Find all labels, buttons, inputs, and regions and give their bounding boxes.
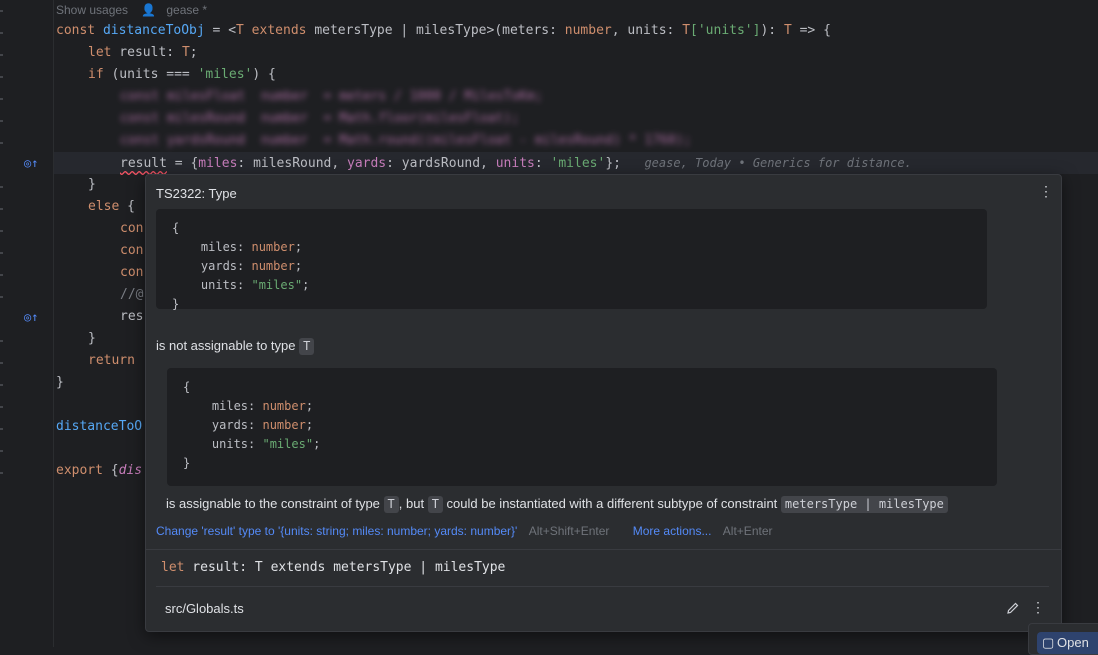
editor-gutter: ◎↑ ◎↑ xyxy=(0,0,54,647)
code-line-error: result = {miles: milesRound, yards: yard… xyxy=(120,156,912,171)
code-line: const distanceToObj = <T extends metersT… xyxy=(56,23,831,38)
divider xyxy=(156,586,1049,587)
gutter-mark xyxy=(0,208,3,210)
gutter-mark xyxy=(0,296,3,298)
change-type-action[interactable]: Change 'result' type to '{units: string;… xyxy=(156,524,517,538)
shortcut-label: Alt+Enter xyxy=(722,524,773,538)
code-line-blurred: const milesFloat number = meters / 1000 … xyxy=(120,89,543,104)
code-line: con xyxy=(120,265,144,280)
code-line: if (units === 'miles') { xyxy=(88,67,276,82)
more-options-icon[interactable]: ⋮ xyxy=(1039,183,1053,200)
code-line: //@ xyxy=(120,287,144,302)
gutter-mark xyxy=(0,120,3,122)
error-token[interactable]: result xyxy=(120,156,167,171)
gutter-mark xyxy=(0,472,3,474)
file-path-link[interactable]: src/Globals.ts xyxy=(165,601,244,616)
gutter-mark xyxy=(0,384,3,386)
type-pill: T xyxy=(299,338,315,355)
gutter-mark xyxy=(0,142,3,144)
code-line: distanceToO xyxy=(56,419,143,434)
code-line: { xyxy=(172,221,180,235)
window-icon: ▢ xyxy=(1042,635,1055,650)
code-line: else { xyxy=(88,199,135,214)
show-usages-link[interactable]: Show usages xyxy=(56,3,128,17)
code-line: miles: number; xyxy=(172,240,303,254)
code-line: units: "miles"; xyxy=(172,278,310,292)
edit-pencil-icon[interactable] xyxy=(1005,600,1021,616)
open-button[interactable]: ▢ Open xyxy=(1037,632,1098,654)
code-line: con xyxy=(120,243,144,258)
message-text: is not assignable to type T xyxy=(156,338,315,355)
more-actions-link[interactable]: More actions... xyxy=(633,524,712,538)
gutter-mark xyxy=(0,76,3,78)
shortcut-label: Alt+Shift+Enter xyxy=(528,524,610,538)
gutter-mark xyxy=(0,406,3,408)
code-line: let result: T; xyxy=(88,45,198,60)
gutter-mark xyxy=(0,340,3,342)
gutter-mark xyxy=(0,54,3,56)
person-icon: 👤 xyxy=(141,3,157,17)
code-line: } xyxy=(88,177,96,192)
git-blame-annotation: gease, Today • Generics for distance. xyxy=(644,156,912,170)
code-line-blurred: const yardsRound number = Math.round((mi… xyxy=(120,133,692,148)
gutter-mark xyxy=(0,10,3,12)
gutter-mark xyxy=(0,230,3,232)
quick-fix-row: Change 'result' type to '{units: string;… xyxy=(156,524,773,538)
code-line: miles: number; xyxy=(183,399,314,413)
error-tooltip-popup: TS2322: Type ⋮ { miles: number; yards: n… xyxy=(145,174,1062,632)
message-text: is assignable to the constraint of type … xyxy=(166,496,948,513)
type-code-block: { miles: number; yards: number; units: "… xyxy=(156,209,987,311)
declaration-signature: let result: T extends metersType | miles… xyxy=(161,560,506,575)
code-line: } xyxy=(183,456,191,470)
code-line: } xyxy=(88,331,96,346)
code-line: yards: number; xyxy=(183,418,314,432)
gutter-mark xyxy=(0,362,3,364)
gutter-mark xyxy=(0,428,3,430)
code-line: export {dis xyxy=(56,463,143,478)
implementation-gutter-icon[interactable]: ◎↑ xyxy=(24,156,38,170)
code-line: yards: number; xyxy=(172,259,303,273)
divider xyxy=(146,549,1061,550)
code-line-blurred: const milesRound number = Math.floor(mil… xyxy=(120,111,520,126)
implementation-gutter-icon[interactable]: ◎↑ xyxy=(24,310,38,324)
code-line: con xyxy=(120,221,144,236)
code-line: } xyxy=(172,297,180,311)
open-button-container: ▢ Open xyxy=(1028,623,1098,655)
gutter-mark xyxy=(0,252,3,254)
code-line: return xyxy=(88,353,135,368)
type-code-block: { miles: number; yards: number; units: "… xyxy=(167,368,997,486)
type-pill: T xyxy=(427,496,443,513)
code-line: } xyxy=(56,375,64,390)
code-line: res xyxy=(120,309,144,324)
type-pill: T xyxy=(383,496,399,513)
gutter-mark xyxy=(0,98,3,100)
codevision-hints: Show usages 👤 gease * xyxy=(56,3,227,17)
gutter-mark xyxy=(0,274,3,276)
constraint-pill: metersType | milesType xyxy=(780,496,948,513)
gutter-mark xyxy=(0,450,3,452)
more-options-icon[interactable]: ⋮ xyxy=(1031,599,1045,616)
gutter-mark xyxy=(0,186,3,188)
author-hint[interactable]: 👤 gease * xyxy=(141,3,217,17)
code-line: { xyxy=(183,380,191,394)
error-title: TS2322: Type xyxy=(156,186,237,201)
code-line: units: "miles"; xyxy=(183,437,321,451)
gutter-mark xyxy=(0,32,3,34)
